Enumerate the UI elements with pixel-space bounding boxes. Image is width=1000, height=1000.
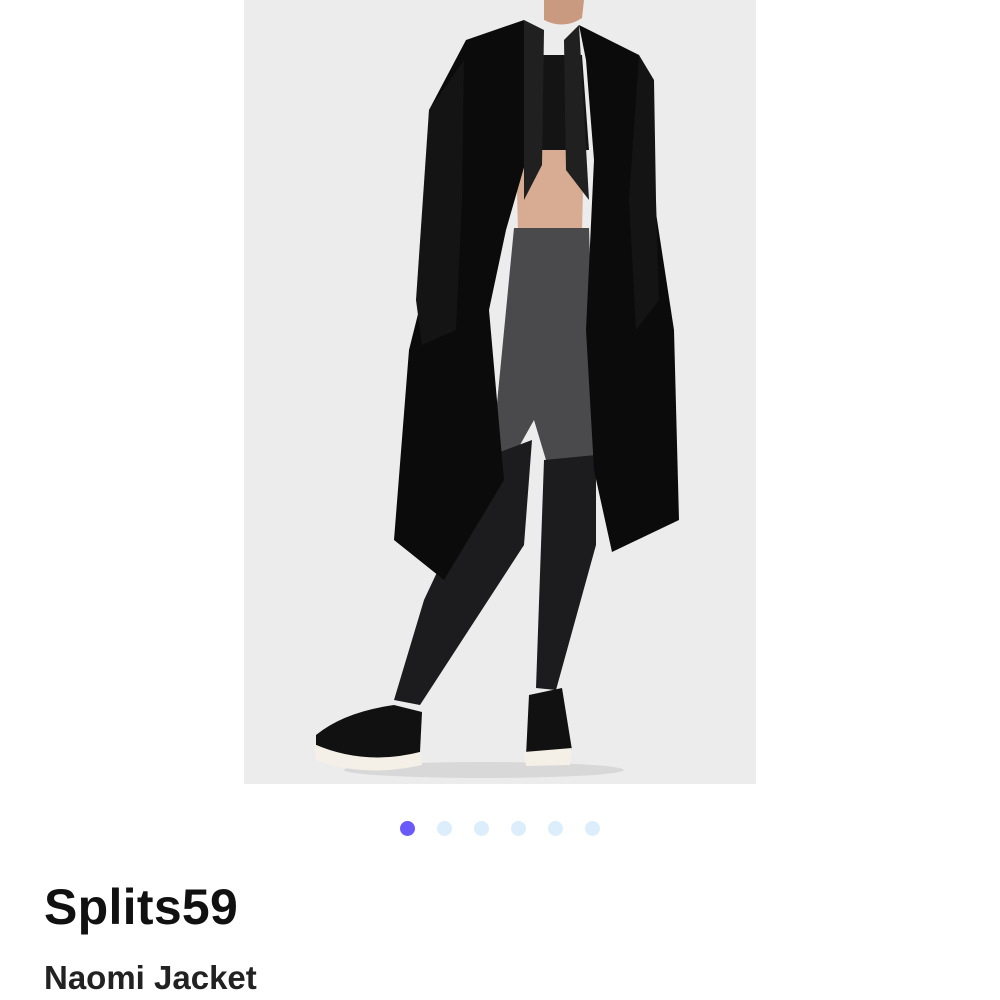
- product-photo[interactable]: [244, 0, 756, 784]
- product-name: Naomi Jacket: [44, 959, 257, 996]
- image-carousel-dots: [0, 821, 1000, 837]
- carousel-dot[interactable]: [585, 821, 600, 836]
- carousel-dot[interactable]: [548, 821, 563, 836]
- carousel-dot[interactable]: [437, 821, 452, 836]
- brand-name[interactable]: Splits59: [44, 880, 238, 935]
- product-detail-page: Splits59 Naomi Jacket: [0, 0, 1000, 1000]
- carousel-dot[interactable]: [511, 821, 526, 836]
- carousel-dot[interactable]: [400, 821, 415, 836]
- model-illustration: [244, 0, 756, 784]
- carousel-dot[interactable]: [474, 821, 489, 836]
